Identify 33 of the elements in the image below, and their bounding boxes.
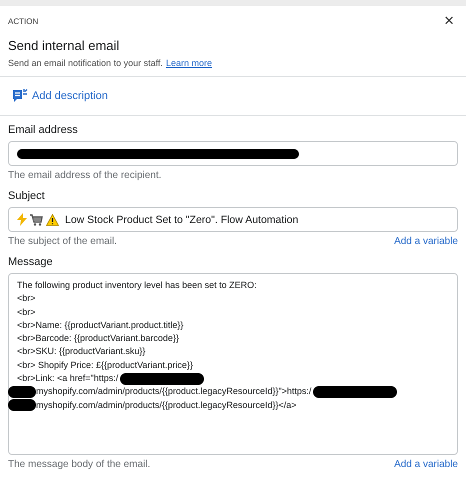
message-line: <br> [17,292,36,306]
message-line: <br> [17,306,36,319]
add-description-link[interactable]: Add description [32,90,108,102]
subject-field[interactable]: Low Stock Product Set to "Zero". Flow Automation [8,207,458,232]
field-label: Message [8,256,54,268]
message-line: <br>Name: {{productVariant.product.title}} [17,318,184,332]
close-button[interactable]: × [440,14,458,28]
redaction-mark [8,386,36,398]
message-line: <br>Barcode: {{productVariant.barcode}} [17,332,179,346]
note-icon [12,88,28,104]
field-label: Subject [8,190,46,202]
warning-icon [46,214,59,226]
message-line: The following product inventory level has been set to ZERO: [17,279,257,292]
message-line: myshopify.com/admin/products/{{product.legacyResourceId}}</a> [36,398,296,412]
message-line: <br> Shopify Price: £{{productVariant.price}} [17,358,193,372]
redaction-mark [8,399,36,412]
section-label: ACTION [8,16,38,26]
panel-title: Send internal email [8,38,120,53]
cart-icon [30,214,43,226]
lightning-icon [17,213,27,226]
message-line: myshopify.com/admin/products/{{product.legacyResourceId}}">https:/ [36,385,312,398]
message-line: <br>SKU: {{productVariant.sku}} [17,345,146,358]
email-field[interactable] [8,141,458,166]
add-variable-link[interactable]: Add a variable [394,236,458,247]
add-variable-link[interactable]: Add a variable [394,459,458,470]
help-text: The email address of the recipient. [8,170,162,181]
help-text: The message body of the email. [8,459,150,470]
message-line: <br>Link: <a href="https:/ [17,372,118,386]
message-field[interactable] [8,273,458,455]
field-label: Email address [8,124,79,136]
panel-subtitle: Send an email notification to your staff. [8,58,163,68]
help-text: The subject of the email. [8,236,117,247]
learn-more-link[interactable]: Learn more [166,58,212,68]
